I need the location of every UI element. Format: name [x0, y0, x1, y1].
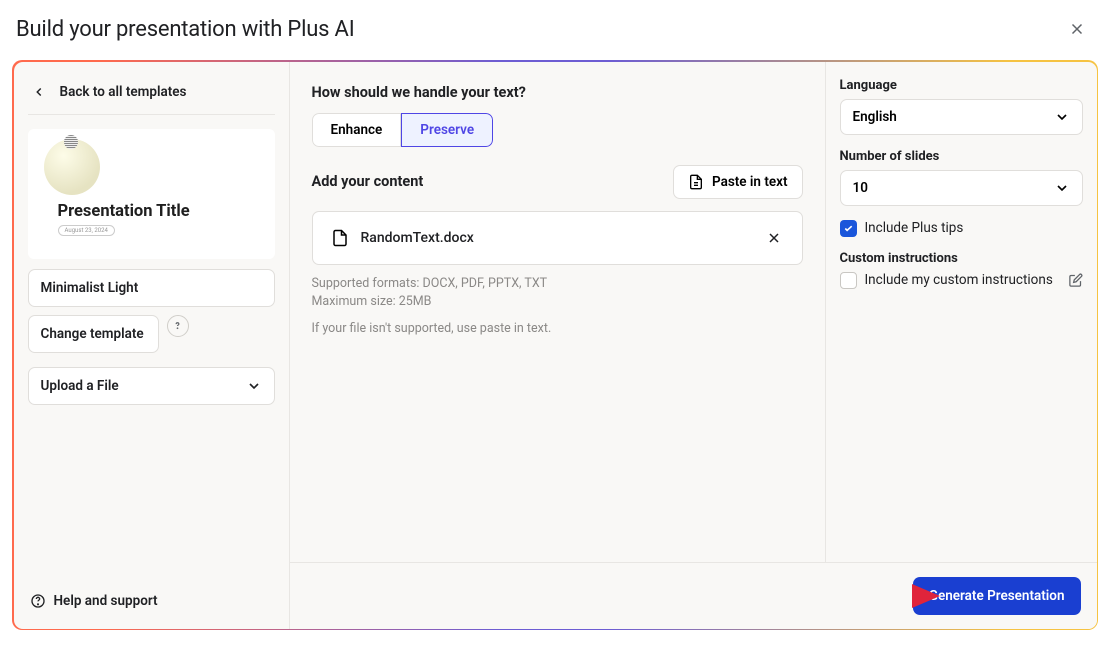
file-name: RandomText.docx [361, 230, 752, 246]
slides-value: 10 [853, 180, 868, 196]
center-panel: How should we handle your text? Enhance … [290, 62, 825, 629]
question-circle-icon [30, 593, 46, 609]
template-help-button[interactable] [167, 315, 189, 337]
include-tips-checkbox[interactable] [840, 220, 857, 237]
language-select[interactable]: English [840, 99, 1083, 135]
generate-presentation-button[interactable]: Generate Presentation [913, 577, 1081, 615]
footer: Generate Presentation [290, 562, 1097, 629]
main-frame: Back to all templates Presentation Title… [12, 60, 1098, 630]
preview-graphic [44, 139, 100, 195]
chevron-down-icon [1054, 180, 1070, 196]
fallback-hint: If your file isn't supported, use paste … [312, 320, 803, 339]
uploaded-file-chip: RandomText.docx [312, 211, 803, 265]
paste-in-text-button[interactable]: Paste in text [673, 165, 803, 199]
file-icon [331, 229, 349, 247]
include-custom-checkbox[interactable] [840, 272, 857, 289]
document-icon [688, 174, 704, 190]
upload-file-select[interactable]: Upload a File [28, 367, 275, 405]
help-support-link[interactable]: Help and support [28, 587, 275, 615]
format-hint: Supported formats: DOCX, PDF, PPTX, TXT [312, 275, 803, 294]
edit-custom-button[interactable] [1068, 273, 1083, 288]
back-to-templates-link[interactable]: Back to all templates [28, 80, 275, 115]
paste-in-text-label: Paste in text [712, 174, 788, 190]
template-name-text: Minimalist Light [41, 280, 139, 296]
language-value: English [853, 109, 897, 125]
close-button[interactable] [1064, 16, 1090, 42]
modal-header: Build your presentation with Plus AI [0, 0, 1110, 60]
slides-select[interactable]: 10 [840, 170, 1083, 206]
left-panel: Back to all templates Presentation Title… [14, 62, 290, 629]
edit-icon [1068, 273, 1083, 288]
change-template-label: Change template [41, 326, 144, 342]
generate-label: Generate Presentation [929, 588, 1065, 604]
include-custom-label: Include my custom instructions [865, 272, 1053, 288]
check-icon [843, 223, 854, 234]
template-preview: Presentation Title August 23, 2024 [28, 129, 275, 259]
modal-title: Build your presentation with Plus AI [16, 17, 355, 42]
preview-title: Presentation Title [58, 203, 259, 222]
right-panel: Language English Number of slides 10 Inc… [825, 62, 1097, 629]
include-tips-label: Include Plus tips [865, 220, 964, 236]
remove-file-button[interactable] [764, 228, 784, 248]
language-label: Language [840, 78, 1083, 93]
size-hint: Maximum size: 25MB [312, 293, 803, 312]
upload-label: Upload a File [41, 378, 119, 394]
include-custom-row: Include my custom instructions [840, 272, 1083, 289]
back-label: Back to all templates [60, 84, 187, 100]
chevron-down-icon [1054, 109, 1070, 125]
close-icon [1068, 20, 1086, 38]
close-icon [766, 230, 782, 246]
question-icon [172, 320, 183, 331]
enhance-option[interactable]: Enhance [312, 113, 402, 147]
text-handling-question: How should we handle your text? [312, 84, 803, 101]
add-content-heading: Add your content [312, 173, 424, 190]
text-handling-toggle: Enhance Preserve [312, 113, 494, 147]
slides-label: Number of slides [840, 149, 1083, 164]
chevron-left-icon [32, 85, 46, 99]
chevron-down-icon [246, 378, 262, 394]
change-template-button[interactable]: Change template [28, 315, 159, 353]
help-support-label: Help and support [54, 593, 158, 609]
preserve-option[interactable]: Preserve [401, 113, 493, 147]
include-tips-row: Include Plus tips [840, 220, 1083, 237]
template-name-display: Minimalist Light [28, 269, 275, 307]
custom-instructions-label: Custom instructions [840, 251, 1083, 266]
preview-date: August 23, 2024 [58, 225, 115, 236]
inner-content: Back to all templates Presentation Title… [14, 62, 1097, 629]
